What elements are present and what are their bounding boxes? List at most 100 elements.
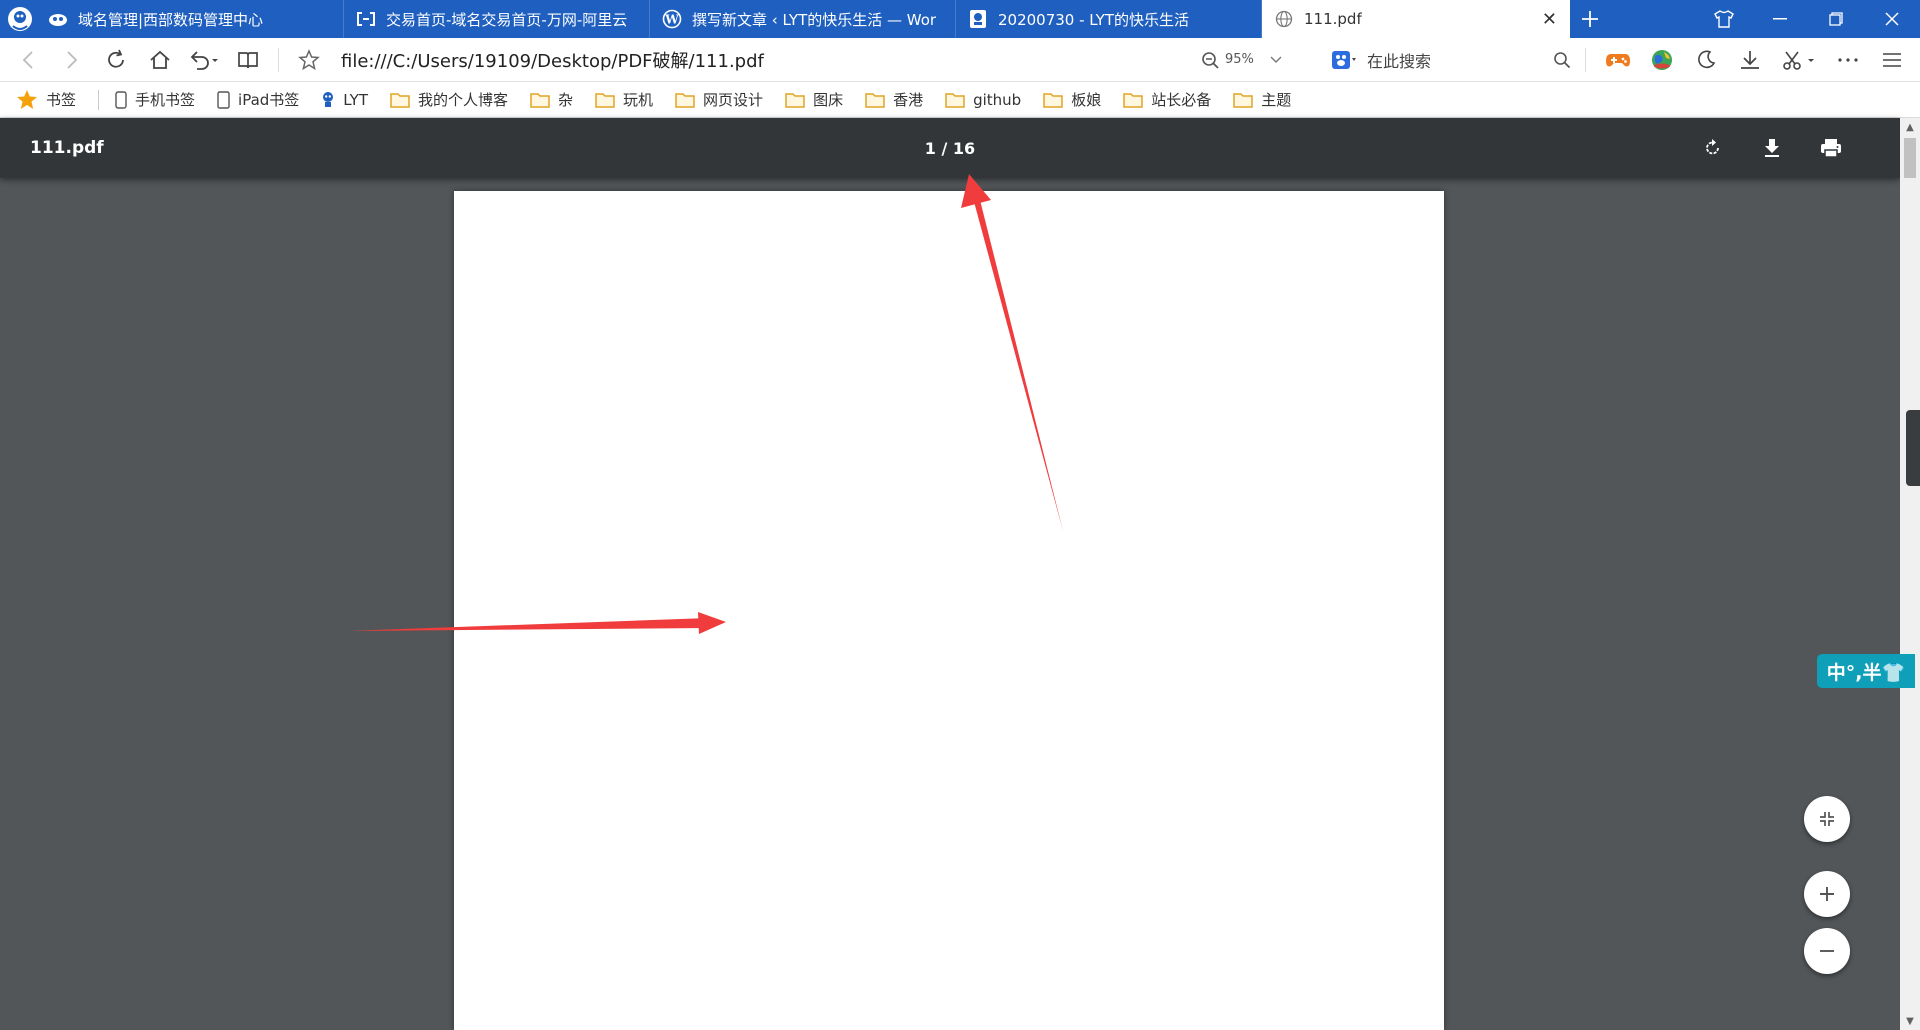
minimize-icon[interactable] <box>1752 0 1808 38</box>
zoom-out-button[interactable] <box>1804 928 1850 974</box>
url-field[interactable]: file:///C:/Users/19109/Desktop/PDF破解/111… <box>341 47 1201 73</box>
game-controller-icon[interactable] <box>1596 38 1640 82</box>
side-panel-handle[interactable] <box>1906 410 1920 486</box>
tab-lyt-blog[interactable]: 20200730 - LYT的快乐生活 <box>956 0 1262 38</box>
star-icon <box>16 89 38 110</box>
phone-icon <box>115 90 127 109</box>
bookmark-star-icon[interactable] <box>287 38 331 82</box>
scroll-down-icon[interactable]: ▼ <box>1900 1012 1920 1030</box>
forward-icon[interactable] <box>50 38 94 82</box>
pdf-filename: 111.pdf <box>30 138 104 158</box>
right-toolbar <box>1596 38 1914 82</box>
more-icon[interactable] <box>1826 38 1870 82</box>
folder-icon <box>785 92 805 108</box>
window-controls <box>1696 0 1920 38</box>
bookmark-item[interactable]: 手机书签 <box>115 89 195 110</box>
site-icon <box>321 91 335 109</box>
minus-icon <box>1819 949 1835 953</box>
folder-icon <box>530 92 550 108</box>
bookmark-folder[interactable]: 香港 <box>865 89 923 110</box>
zoom-level: 95% <box>1225 52 1254 67</box>
pdf-toolbar: 111.pdf 1 / 16 <box>0 118 1900 178</box>
globe-icon <box>1274 9 1294 29</box>
zoom-control[interactable]: 95% <box>1201 51 1311 69</box>
tab-aliyun-trade[interactable]: 交易首页-域名交易首页-万网-阿里云 <box>344 0 650 38</box>
tab-title: 20200730 - LYT的快乐生活 <box>998 10 1189 29</box>
vertical-scrollbar[interactable]: ▲ ▼ <box>1900 118 1920 1030</box>
scroll-up-icon[interactable]: ▲ <box>1900 118 1920 136</box>
bookmarks-bar: 书签 手机书签 iPad书签 LYT 我的个人博客 杂 玩机 网页设计 图床 香… <box>0 82 1920 118</box>
night-mode-icon[interactable] <box>1684 38 1728 82</box>
fit-to-page-icon <box>1819 811 1835 827</box>
bookmark-item[interactable]: iPad书签 <box>217 89 299 110</box>
print-icon[interactable] <box>1801 118 1860 178</box>
folder-icon <box>1123 92 1143 108</box>
folder-icon <box>675 92 695 108</box>
tab-title: 撰写新文章 ‹ LYT的快乐生活 — Wor <box>692 10 937 29</box>
tablet-icon <box>217 90 230 109</box>
west-digital-icon <box>48 9 68 29</box>
ime-status-badge[interactable]: 中°,半👕 <box>1817 654 1915 688</box>
reload-icon[interactable] <box>94 38 138 82</box>
bookmark-folder[interactable]: 站长必备 <box>1123 89 1211 110</box>
zoom-icon <box>1201 51 1219 69</box>
folder-icon <box>865 92 885 108</box>
bookmark-folder[interactable]: 主题 <box>1233 89 1291 110</box>
close-tab-icon[interactable]: ✕ <box>1542 9 1557 30</box>
bookmark-folder[interactable]: 玩机 <box>595 89 653 110</box>
site-icon <box>968 9 988 29</box>
bookmark-folder[interactable]: 杂 <box>530 89 573 110</box>
bookmark-item[interactable]: LYT <box>321 91 368 109</box>
ime-status-text: 中°,半👕 <box>1826 661 1906 684</box>
skin-icon[interactable] <box>1696 0 1752 38</box>
chevron-down-icon[interactable] <box>1270 56 1282 64</box>
pdf-viewport[interactable] <box>0 178 1900 1030</box>
download-icon[interactable] <box>1742 118 1801 178</box>
scrollbar-thumb[interactable] <box>1904 138 1916 178</box>
page-indicator[interactable]: 1 / 16 <box>900 139 1000 158</box>
screenshot-scissors-icon[interactable] <box>1772 38 1826 82</box>
globe-extension-icon[interactable] <box>1640 38 1684 82</box>
divider <box>1585 47 1586 72</box>
close-window-icon[interactable] <box>1864 0 1920 38</box>
fit-page-button[interactable] <box>1804 796 1850 842</box>
tab-strip: 域名管理|西部数码管理中心 交易首页-域名交易首页-万网-阿里云 W 撰写新文章… <box>0 0 1920 38</box>
tab-pdf-active[interactable]: 111.pdf ✕ <box>1262 0 1570 38</box>
download-icon[interactable] <box>1728 38 1772 82</box>
bookmark-item[interactable]: 书签 <box>16 89 76 110</box>
search-input[interactable]: 在此搜索 <box>1367 48 1553 72</box>
folder-icon <box>1043 92 1063 108</box>
undo-close-tab-icon[interactable] <box>182 38 226 82</box>
zoom-in-button[interactable] <box>1804 871 1850 917</box>
bookmark-folder[interactable]: github <box>945 91 1021 109</box>
svg-text:W: W <box>664 13 679 27</box>
menu-icon[interactable] <box>1870 38 1914 82</box>
search-box[interactable]: 在此搜索 <box>1331 44 1571 76</box>
browser-logo-icon[interactable] <box>6 7 34 31</box>
tab-wordpress-new-post[interactable]: W 撰写新文章 ‹ LYT的快乐生活 — Wor <box>650 0 956 38</box>
tab-title: 111.pdf <box>1304 10 1362 28</box>
bookmark-folder[interactable]: 网页设计 <box>675 89 763 110</box>
folder-icon <box>945 92 965 108</box>
pdf-page[interactable] <box>454 191 1444 1030</box>
tab-domain-management[interactable]: 域名管理|西部数码管理中心 <box>0 0 344 38</box>
back-icon[interactable] <box>6 38 50 82</box>
home-icon[interactable] <box>138 38 182 82</box>
plus-icon <box>1819 886 1835 902</box>
tab-title: 交易首页-域名交易首页-万网-阿里云 <box>386 10 628 29</box>
new-tab-button[interactable] <box>1570 0 1610 38</box>
reading-mode-icon[interactable] <box>226 38 270 82</box>
folder-icon <box>390 92 410 108</box>
bookmark-folder[interactable]: 板娘 <box>1043 89 1101 110</box>
folder-icon <box>595 92 615 108</box>
bookmark-folder[interactable]: 我的个人博客 <box>390 89 508 110</box>
tab-title: 域名管理|西部数码管理中心 <box>78 10 264 29</box>
search-icon[interactable] <box>1553 51 1571 69</box>
bookmark-folder[interactable]: 图床 <box>785 89 843 110</box>
restore-icon[interactable] <box>1808 0 1864 38</box>
wordpress-icon: W <box>662 9 682 29</box>
divider <box>278 47 279 72</box>
rotate-icon[interactable] <box>1683 118 1742 178</box>
address-bar: file:///C:/Users/19109/Desktop/PDF破解/111… <box>0 38 1920 82</box>
baidu-paw-icon[interactable] <box>1331 50 1357 70</box>
